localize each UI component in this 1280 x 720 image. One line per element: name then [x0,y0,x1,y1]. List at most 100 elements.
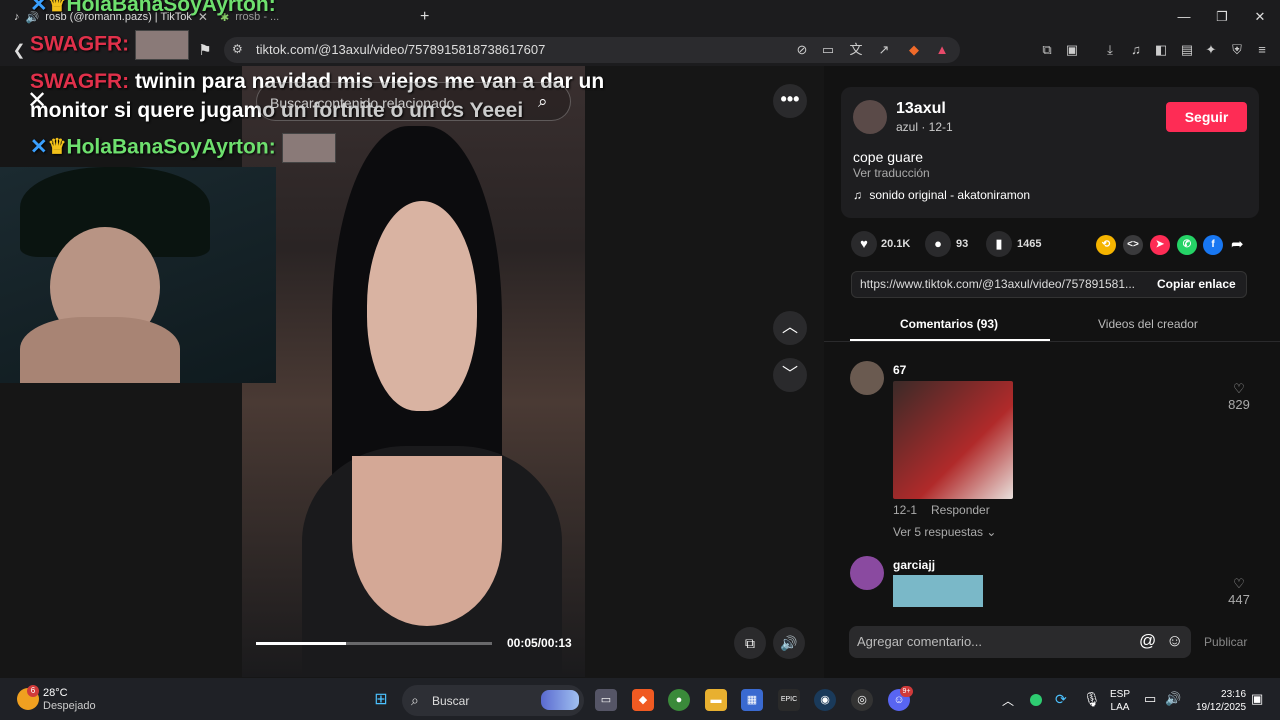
view-replies-link[interactable]: Ver 5 respuestas ⌄ [893,525,996,539]
author-subtitle: azul · 12-1 [896,120,953,134]
sword-icon: ✕ [30,0,48,16]
site-info-icon[interactable]: ⚙ [232,42,243,56]
translate-link[interactable]: Ver traducción [853,166,930,180]
search-highlight-image [541,690,579,710]
language-indicator[interactable]: ESP LAA [1110,688,1130,714]
chat-line-5: ✕♛HolaBanaSoyAyrton: [30,133,336,163]
reply-button[interactable]: Responder [931,503,990,517]
panel-icon[interactable]: ◧ [1151,40,1171,60]
microphone-icon[interactable]: 🎙 [1083,691,1101,708]
chevron-up-icon[interactable]: ︿ [1002,692,1014,709]
microsoft-store-icon[interactable]: ▦ [741,689,763,711]
brave-browser-icon[interactable]: ◆ [632,689,654,711]
search-icon: ⌕ [411,692,419,708]
save-button[interactable]: ▮ [986,231,1012,257]
rewards-icon[interactable]: ▲ [932,40,952,60]
steam-icon[interactable]: ◉ [814,689,836,711]
like-button[interactable]: ♥ [851,231,877,257]
new-tab-button[interactable]: + [420,6,429,28]
vpn-icon[interactable]: ⛨ [1227,40,1247,60]
weather-badge: 6 [27,685,39,697]
system-clock[interactable]: 23:16 19/12/2025 [1196,688,1246,714]
music-note-icon: ♫ [853,188,862,202]
send-icon[interactable]: ➤ [1150,235,1170,255]
comment-like-button[interactable]: ♡ 447 [1226,576,1252,607]
post-caption: cope guare [853,149,924,165]
mention-icon[interactable]: @ [1139,631,1156,651]
publish-button[interactable]: Publicar [1204,635,1247,649]
cast-icon[interactable]: ▭ [818,40,838,60]
author-name[interactable]: 13axul [896,100,946,118]
heart-outline-icon: ♡ [1233,381,1245,396]
close-window-button[interactable]: ✕ [1244,6,1276,28]
copy-link-button[interactable]: Copiar enlace [1157,277,1236,291]
comment-username[interactable]: garciajj [893,558,935,572]
file-explorer-icon[interactable]: ▬ [705,689,727,711]
video-progress-fill [256,642,346,645]
previous-video-button[interactable]: ︿ [773,311,807,345]
music-icon[interactable]: ♫ [1126,40,1146,60]
tab-comments[interactable]: Comentarios (93) [900,317,998,331]
volume-button[interactable]: 🔊 [773,627,805,659]
tray-green-icon[interactable] [1030,694,1042,706]
comment-avatar[interactable] [850,361,884,395]
clock-time: 23:16 [1221,689,1247,700]
network-icon[interactable]: ▭ [1144,691,1156,707]
url-text[interactable]: tiktok.com/@13axul/video/757891581873861… [256,42,545,57]
close-video-button[interactable]: ✕ [24,88,50,114]
back-button[interactable]: ❮ [8,40,30,62]
comment-like-button[interactable]: ♡ 829 [1226,381,1252,412]
chat-username: HolaBanaSoyAyrton: [66,0,276,16]
search-icon[interactable]: ⌕ [538,92,548,112]
comment-button[interactable]: ● [925,231,951,257]
translate-icon[interactable]: 文 [846,40,866,60]
chat-username: HolaBanaSoyAyrton: [66,135,276,159]
heart-outline-icon: ♡ [1233,576,1245,591]
wallet-icon[interactable]: ▤ [1177,40,1197,60]
share-icon[interactable]: ↗ [874,40,894,60]
facebook-icon[interactable]: f [1203,235,1223,255]
extensions-icon[interactable]: ⧉ [1037,40,1057,60]
author-avatar[interactable] [853,100,887,134]
sync-icon[interactable]: ⟳ [1055,691,1067,708]
menu-icon[interactable]: ≡ [1252,40,1272,60]
video-progress-bar[interactable] [256,642,492,645]
comment-avatar[interactable] [850,556,884,590]
follow-button[interactable]: Seguir [1166,102,1247,132]
minimize-button[interactable]: — [1168,6,1200,28]
chevron-down-icon: ⌄ [986,525,997,539]
maximize-button[interactable]: ❐ [1206,6,1238,28]
picture-in-picture-button[interactable]: ⧉ [734,627,766,659]
comment-image[interactable] [893,575,983,607]
embed-icon[interactable]: <> [1123,235,1143,255]
volume-icon[interactable]: 🔊 [1165,691,1181,707]
download-icon[interactable]: ⤓ [1100,40,1120,60]
repost-icon[interactable]: ⟲ [1096,235,1116,255]
notification-icon[interactable]: ▣ [1251,691,1263,707]
sound-link[interactable]: ♫ sonido original - akatoniramon [853,188,1030,202]
sidebar-icon[interactable]: ▣ [1062,40,1082,60]
share-arrow-icon[interactable]: ➦ [1231,235,1244,253]
task-view-icon[interactable]: ▭ [595,689,617,711]
like-count: 20.1K [881,238,911,250]
more-options-button[interactable]: ••• [773,84,807,118]
obs-icon[interactable]: ◎ [851,689,873,711]
reader-icon[interactable]: ⊘ [792,40,812,60]
leo-ai-icon[interactable]: ✦ [1201,40,1221,60]
comment-like-count: 447 [1228,592,1250,607]
comment-username[interactable]: 67 [893,363,906,377]
emoji-icon[interactable]: ☺ [1166,631,1183,651]
bookmark-icon[interactable]: ⚑ [194,40,216,62]
comment-like-count: 829 [1228,397,1250,412]
new-tab-label: + [420,8,430,25]
brave-shield-icon[interactable]: ◆ [904,40,924,60]
epic-games-icon[interactable]: EPIC [778,689,800,711]
comment-image[interactable] [893,381,1013,499]
next-video-button[interactable]: ﹀ [773,358,807,392]
taskbar-search-label: Buscar [432,694,470,708]
windows-start-icon[interactable]: ⊞ [370,689,392,711]
chrome-icon[interactable]: ● [668,689,690,711]
whatsapp-icon[interactable]: ✆ [1177,235,1197,255]
tab-creator-videos[interactable]: Videos del creador [1098,317,1198,331]
chat-line-1: ✕♛HolaBanaSoyAyrton: [30,0,276,17]
